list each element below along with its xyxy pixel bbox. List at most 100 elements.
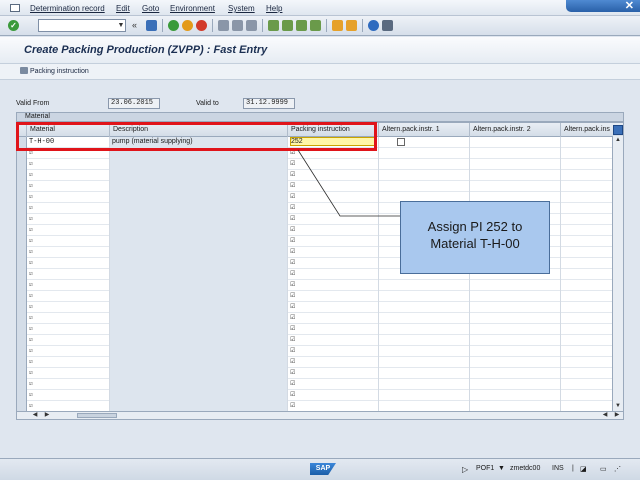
cell-altern-1[interactable] <box>379 280 470 291</box>
row-selector[interactable] <box>17 203 27 214</box>
cell-altern-2[interactable] <box>470 324 561 335</box>
cell-material[interactable]: ☑ <box>27 181 110 192</box>
row-selector[interactable] <box>17 335 27 346</box>
checkbox-icon[interactable]: ☑ <box>29 402 33 409</box>
scroll-left-icon[interactable]: ◀ <box>31 412 39 419</box>
cell-packing-instruction[interactable]: ☑ <box>288 203 379 214</box>
cell-altern-2[interactable] <box>470 181 561 192</box>
cell-altern-2[interactable] <box>470 302 561 313</box>
cell-packing-instruction[interactable]: ☑ <box>288 225 379 236</box>
table-settings-icon[interactable] <box>613 125 623 135</box>
cell-packing-instruction[interactable]: ☑ <box>288 291 379 302</box>
menu-edit[interactable]: Edit <box>116 4 130 13</box>
last-page-icon[interactable] <box>310 20 321 31</box>
cell-material[interactable]: ☑ <box>27 258 110 269</box>
cell-material[interactable]: ☑ <box>27 247 110 258</box>
cell-material[interactable]: ☑ <box>27 280 110 291</box>
checkbox-icon[interactable]: ☑ <box>290 260 295 266</box>
cell-material[interactable]: ☑ <box>27 203 110 214</box>
menu-help[interactable]: Help <box>266 4 282 13</box>
cell-material[interactable]: ☑ <box>27 291 110 302</box>
cell-altern-2[interactable] <box>470 137 561 148</box>
checkbox-icon[interactable]: ☑ <box>29 160 33 167</box>
cell-description[interactable] <box>110 225 288 236</box>
cell-description[interactable] <box>110 192 288 203</box>
cell-material[interactable]: ☑ <box>27 313 110 324</box>
row-selector[interactable] <box>17 379 27 390</box>
menu-environment[interactable]: Environment <box>170 4 215 13</box>
menu-system[interactable]: System <box>228 4 255 13</box>
checkbox-icon[interactable]: ☑ <box>290 238 295 244</box>
cell-altern-1[interactable] <box>379 170 470 181</box>
cell-description[interactable] <box>110 214 288 225</box>
checkbox-icon[interactable]: ☑ <box>29 193 33 200</box>
cell-packing-instruction[interactable]: ☑ <box>288 269 379 280</box>
checkbox-icon[interactable]: ☑ <box>29 248 33 255</box>
command-field[interactable] <box>38 19 126 32</box>
checkbox-icon[interactable]: ☑ <box>290 348 295 354</box>
layout-menu-icon[interactable] <box>382 20 393 31</box>
checkbox-icon[interactable]: ☑ <box>29 270 33 277</box>
column-header-altern-1[interactable]: Altern.pack.instr. 1 <box>379 123 470 137</box>
checkbox-icon[interactable]: ☑ <box>290 315 295 321</box>
scroll-right-end-icon[interactable]: ▶ <box>613 412 621 419</box>
cell-packing-instruction[interactable]: ☑ <box>288 357 379 368</box>
cell-altern-2[interactable] <box>470 159 561 170</box>
checkbox-icon[interactable]: ☑ <box>290 326 295 332</box>
cell-packing-instruction[interactable]: ☑ <box>288 280 379 291</box>
cell-material[interactable]: ☑ <box>27 236 110 247</box>
cell-packing-instruction[interactable]: ☑ <box>288 159 379 170</box>
row-selector[interactable] <box>17 324 27 335</box>
cell-description[interactable] <box>110 357 288 368</box>
cell-altern-1[interactable] <box>379 291 470 302</box>
print-icon[interactable] <box>218 20 229 31</box>
cell-description[interactable] <box>110 313 288 324</box>
checkbox-icon[interactable]: ☑ <box>290 293 295 299</box>
cell-altern-1[interactable] <box>379 357 470 368</box>
checkbox-icon[interactable]: ☑ <box>290 271 295 277</box>
row-selector[interactable] <box>17 214 27 225</box>
checkbox-icon[interactable]: ☑ <box>29 369 33 376</box>
checkbox-icon[interactable]: ☑ <box>29 380 33 387</box>
back-history-icon[interactable]: « <box>132 20 137 30</box>
cell-material[interactable]: ☑ <box>27 368 110 379</box>
checkbox-icon[interactable]: ☑ <box>29 303 33 310</box>
table-row[interactable]: ☑ ☑ <box>17 280 623 291</box>
cell-description[interactable] <box>110 280 288 291</box>
cell-altern-2[interactable] <box>470 280 561 291</box>
value-help-icon[interactable] <box>397 138 405 146</box>
cell-packing-instruction[interactable]: ☑ <box>288 302 379 313</box>
checkbox-icon[interactable]: ☑ <box>29 314 33 321</box>
table-row[interactable]: ☑ ☑ <box>17 291 623 302</box>
row-selector[interactable] <box>17 357 27 368</box>
table-row[interactable]: ☑ ☑ <box>17 170 623 181</box>
row-selector[interactable] <box>17 225 27 236</box>
scroll-left-end-icon[interactable]: ◀ <box>601 412 609 419</box>
table-row[interactable]: ☑ ☑ <box>17 335 623 346</box>
checkbox-icon[interactable]: ☑ <box>290 392 295 398</box>
checkbox-icon[interactable]: ☑ <box>29 347 33 354</box>
cell-altern-1[interactable] <box>379 181 470 192</box>
cell-altern-2[interactable] <box>470 148 561 159</box>
cell-description[interactable] <box>110 269 288 280</box>
checkbox-icon[interactable]: ☑ <box>290 304 295 310</box>
back-icon[interactable] <box>168 20 179 31</box>
checkbox-icon[interactable]: ☑ <box>29 336 33 343</box>
cell-description[interactable] <box>110 291 288 302</box>
cell-packing-instruction[interactable]: ☑ <box>288 368 379 379</box>
checkbox-icon[interactable]: ☑ <box>29 182 33 189</box>
next-page-icon[interactable] <box>296 20 307 31</box>
insert-mode[interactable]: INS <box>552 465 564 472</box>
chevron-down-icon[interactable]: ▼ <box>498 465 505 472</box>
cell-description[interactable] <box>110 170 288 181</box>
cell-description[interactable] <box>110 247 288 258</box>
row-selector[interactable] <box>17 269 27 280</box>
cell-description[interactable] <box>110 181 288 192</box>
checkbox-icon[interactable]: ☑ <box>290 381 295 387</box>
row-selector[interactable] <box>17 280 27 291</box>
row-selector[interactable] <box>17 258 27 269</box>
table-row[interactable]: ☑ ☑ <box>17 324 623 335</box>
table-row[interactable]: ☑ ☑ <box>17 357 623 368</box>
cell-description[interactable] <box>110 379 288 390</box>
first-page-icon[interactable] <box>268 20 279 31</box>
